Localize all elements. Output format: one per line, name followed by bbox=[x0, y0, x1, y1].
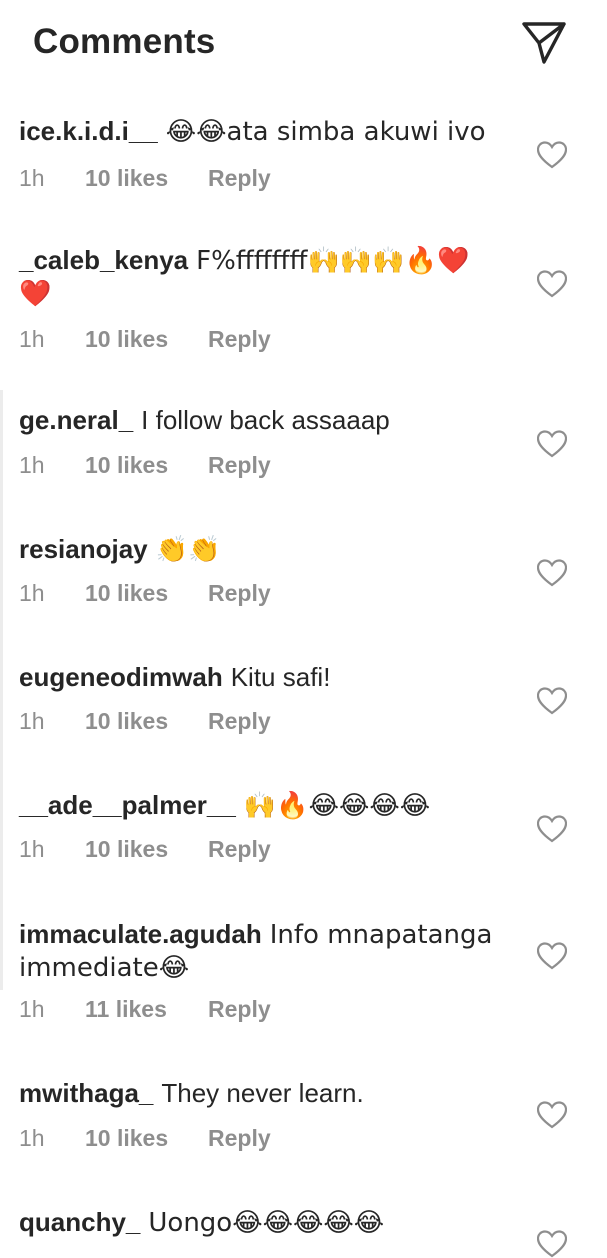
comment-body: They never learn. bbox=[161, 1078, 364, 1108]
heart-icon[interactable] bbox=[537, 1101, 567, 1129]
comment-text: resianojay 👏👏 bbox=[19, 533, 509, 566]
heart-icon[interactable] bbox=[537, 1230, 567, 1258]
reply-button[interactable]: Reply bbox=[208, 1125, 271, 1152]
reply-button[interactable]: Reply bbox=[208, 580, 271, 607]
comment-likes[interactable]: 10 likes bbox=[85, 836, 208, 863]
comment-meta: 1h 10 likes Reply bbox=[19, 580, 271, 607]
comment-text: mwithaga_ They never learn. bbox=[19, 1077, 509, 1109]
comment-likes[interactable]: 10 likes bbox=[85, 326, 208, 353]
comment-body: 😂😂ata simba akuwi ivo bbox=[165, 117, 486, 147]
comment-username[interactable]: immaculate.agudah bbox=[19, 919, 262, 949]
comment-text: __ade__palmer__ 🙌🔥😂😂😂😂 bbox=[19, 789, 509, 822]
comments-header: Comments bbox=[0, 0, 607, 90]
comment-likes[interactable]: 11 likes bbox=[85, 996, 208, 1023]
reply-button[interactable]: Reply bbox=[208, 326, 271, 353]
comment-meta: 1h 11 likes Reply bbox=[19, 996, 271, 1023]
comment-username[interactable]: eugeneodimwah bbox=[19, 662, 223, 692]
comment-meta: 1h 10 likes Reply bbox=[19, 836, 271, 863]
heart-icon[interactable] bbox=[537, 815, 567, 843]
comment-time: 1h bbox=[19, 1125, 45, 1151]
comment-meta: 1h 10 likes Reply bbox=[19, 452, 271, 479]
comment-body: Kitu safi! bbox=[230, 662, 331, 692]
reply-button[interactable]: Reply bbox=[208, 708, 271, 735]
comment-username[interactable]: _caleb_kenya bbox=[19, 245, 188, 275]
comment-time: 1h bbox=[19, 708, 45, 734]
heart-icon[interactable] bbox=[537, 430, 567, 458]
comment-time: 1h bbox=[19, 580, 45, 606]
comment-likes[interactable]: 10 likes bbox=[85, 708, 208, 735]
comment-text: quanchy_ Uongo😂😂😂😂😂 bbox=[19, 1206, 509, 1239]
comment-likes[interactable]: 10 likes bbox=[85, 1125, 208, 1152]
comment-body: 👏👏 bbox=[155, 535, 221, 565]
comment-username[interactable]: __ade__palmer__ bbox=[19, 790, 236, 820]
paper-plane-icon[interactable] bbox=[520, 18, 568, 66]
comment-meta: 1h 10 likes Reply bbox=[19, 708, 271, 735]
comment-time: 1h bbox=[19, 326, 45, 352]
comment-time: 1h bbox=[19, 836, 45, 862]
heart-icon[interactable] bbox=[537, 942, 567, 970]
comment-username[interactable]: ice.k.i.d.i__ bbox=[19, 116, 158, 146]
comment-likes[interactable]: 10 likes bbox=[85, 580, 208, 607]
heart-icon[interactable] bbox=[537, 270, 567, 298]
comment-username[interactable]: quanchy_ bbox=[19, 1207, 140, 1237]
comment-text: immaculate.agudah Info mnapatanga immedia… bbox=[19, 918, 509, 984]
comment-likes[interactable]: 10 likes bbox=[85, 165, 208, 192]
comment-time: 1h bbox=[19, 996, 45, 1022]
comment-body: I follow back assaaap bbox=[141, 405, 390, 435]
reply-button[interactable]: Reply bbox=[208, 996, 271, 1023]
comment-body: 🙌🔥😂😂😂😂 bbox=[243, 791, 431, 821]
reply-button[interactable]: Reply bbox=[208, 452, 271, 479]
comment-time: 1h bbox=[19, 452, 45, 478]
reply-button[interactable]: Reply bbox=[208, 836, 271, 863]
comment-time: 1h bbox=[19, 165, 45, 191]
comment-text: eugeneodimwah Kitu safi! bbox=[19, 661, 509, 693]
comment-username[interactable]: ge.neral_ bbox=[19, 405, 133, 435]
comment-likes[interactable]: 10 likes bbox=[85, 452, 208, 479]
comment-meta: 1h 10 likes Reply bbox=[19, 1125, 271, 1152]
heart-icon[interactable] bbox=[537, 559, 567, 587]
comment-username[interactable]: resianojay bbox=[19, 534, 148, 564]
comment-meta: 1h 10 likes Reply bbox=[19, 326, 271, 353]
comment-text: _caleb_kenya F%ffffffff🙌🙌🙌🔥❤️❤️ bbox=[19, 244, 489, 310]
comment-meta: 1h 10 likes Reply bbox=[19, 165, 271, 192]
comment-text: ice.k.i.d.i__ 😂😂ata simba akuwi ivo bbox=[19, 115, 509, 148]
comment-text: ge.neral_ I follow back assaaap bbox=[19, 404, 509, 436]
heart-icon[interactable] bbox=[537, 687, 567, 715]
comment-body: Uongo😂😂😂😂😂 bbox=[148, 1208, 385, 1238]
scroll-edge bbox=[0, 390, 3, 990]
heart-icon[interactable] bbox=[537, 141, 567, 169]
reply-button[interactable]: Reply bbox=[208, 165, 271, 192]
comment-username[interactable]: mwithaga_ bbox=[19, 1078, 153, 1108]
page-title: Comments bbox=[33, 22, 216, 61]
